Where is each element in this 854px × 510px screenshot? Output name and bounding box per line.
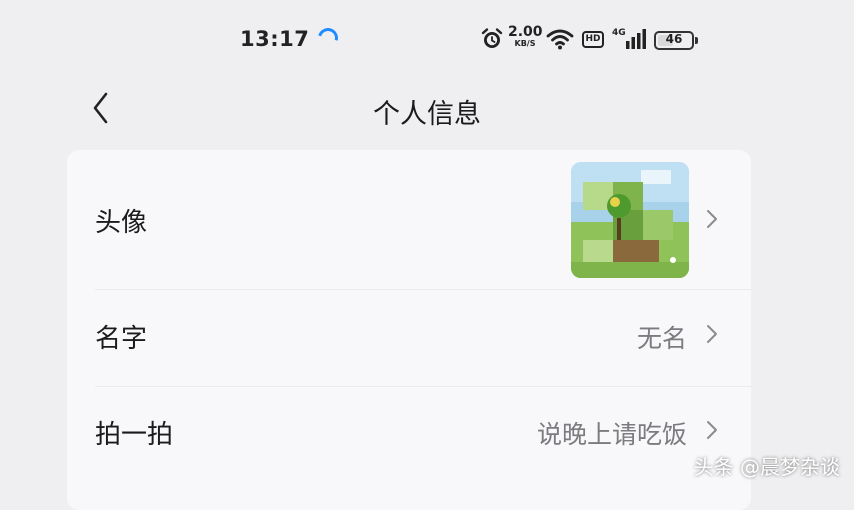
- cellular-signal-icon: 4G: [612, 27, 646, 51]
- name-row[interactable]: 名字 无名: [67, 290, 751, 386]
- profile-info-card: 头像 名字 无名 拍一拍 说晚上请吃饭: [67, 150, 751, 510]
- network-speed-unit: KB/S: [514, 39, 536, 48]
- avatar-row[interactable]: 头像: [67, 150, 751, 289]
- hd-voice-icon: HD: [582, 31, 604, 48]
- status-time: 13:17: [240, 27, 310, 51]
- watermark: 头条 @晨梦杂谈: [693, 455, 840, 479]
- alarm-clock-icon: [481, 28, 503, 48]
- chevron-right-icon: [707, 325, 717, 343]
- pat-value: 说晚上请吃饭: [536, 420, 687, 449]
- name-row-label: 名字: [95, 324, 148, 354]
- network-speed: 2.00 KB/S: [508, 24, 543, 48]
- network-speed-value: 2.00: [508, 24, 543, 40]
- wifi-icon: [546, 29, 574, 50]
- battery-icon: 46: [654, 31, 698, 50]
- loading-icon: [314, 24, 342, 52]
- status-bar: 13:17 2.00 KB/S HD 4G 46: [0, 0, 854, 78]
- page-title: 个人信息: [373, 99, 481, 130]
- chevron-right-icon: [707, 421, 717, 439]
- battery-level: 46: [665, 32, 683, 46]
- avatar-row-label: 头像: [95, 208, 148, 238]
- chevron-right-icon: [707, 210, 717, 228]
- pat-row-label: 拍一拍: [95, 420, 174, 450]
- name-value: 无名: [636, 324, 687, 353]
- nav-bar: 个人信息: [0, 80, 854, 140]
- avatar[interactable]: [571, 162, 689, 278]
- pat-row[interactable]: 拍一拍 说晚上请吃饭: [67, 387, 751, 487]
